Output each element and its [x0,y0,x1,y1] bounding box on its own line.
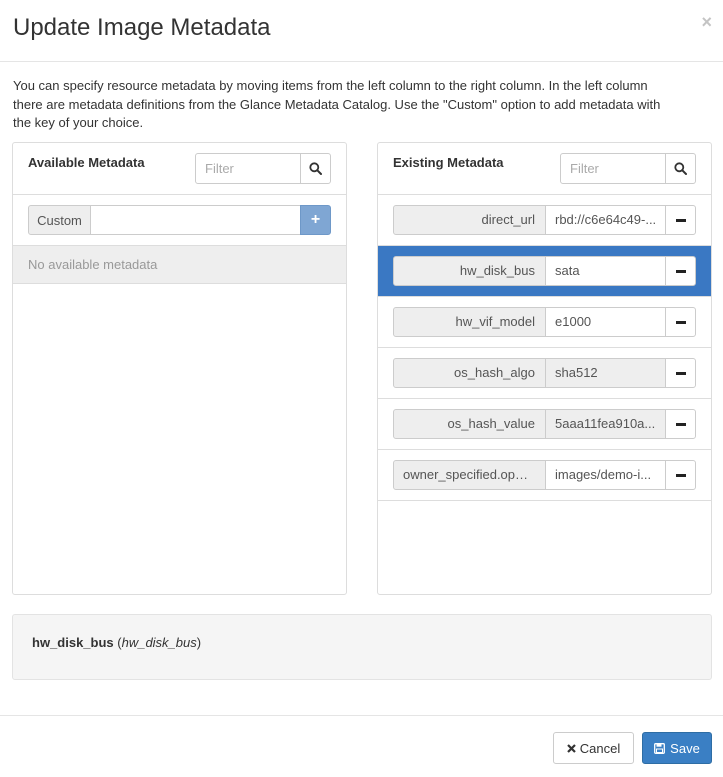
detail-key: hw_disk_bus [32,635,114,650]
metadata-value-readonly: sha512 [545,358,666,388]
available-filter-input[interactable] [196,154,300,183]
dialog-title: Update Image Metadata [13,14,271,41]
remove-metadata-button[interactable] [665,358,696,388]
cancel-label: Cancel [579,740,621,756]
close-icon [566,743,576,753]
dialog-header: Update Image Metadata × [0,0,723,62]
minus-icon [675,422,686,426]
existing-metadata-title: Existing Metadata [393,155,504,170]
existing-filter-input[interactable] [561,154,665,183]
remove-metadata-button[interactable] [665,409,696,439]
save-button[interactable]: Save [642,732,712,764]
detail-close-paren: ) [196,635,202,650]
available-metadata-header: Available Metadata [13,143,346,195]
metadata-value-input[interactable]: rbd://c6e64c49-... [545,205,666,235]
metadata-key: hw_vif_model [393,307,546,337]
metadata-key: hw_disk_bus [393,256,546,286]
save-label: Save [670,740,700,756]
metadata-value-input[interactable]: sata [545,256,666,286]
metadata-row-os-hash-algo[interactable]: os_hash_algo sha512 [378,348,711,399]
search-icon [674,162,687,175]
metadata-value-input[interactable]: images/demo-i... [545,460,666,490]
no-available-metadata: No available metadata [13,246,346,284]
search-icon [309,162,322,175]
minus-icon [675,320,686,324]
available-metadata-panel: Available Metadata Custom + No available… [12,142,347,595]
metadata-row-hw-vif-model[interactable]: hw_vif_model e1000 [378,297,711,348]
custom-label: Custom [28,205,91,235]
custom-add-button[interactable]: + [300,205,331,235]
metadata-key: owner_specified.open... [393,460,546,490]
plus-icon: + [310,211,321,228]
remove-metadata-button[interactable] [665,307,696,337]
cancel-button[interactable]: Cancel [553,732,634,764]
available-metadata-title: Available Metadata [28,155,145,170]
floppy-disk-icon [654,742,666,754]
metadata-key: os_hash_algo [393,358,546,388]
metadata-row-direct-url[interactable]: direct_url rbd://c6e64c49-... [378,195,711,246]
minus-icon [675,371,686,375]
available-filter-search-button[interactable] [300,154,330,183]
existing-filter-search-button[interactable] [665,154,695,183]
metadata-value-input[interactable]: e1000 [545,307,666,337]
metadata-detail: hw_disk_bus (hw_disk_bus) [12,614,712,680]
existing-filter [560,153,696,184]
custom-metadata-row: Custom + [13,195,346,246]
detail-name: hw_disk_bus [121,635,197,650]
dialog-description: You can specify resource metadata by mov… [13,78,661,130]
metadata-key: os_hash_value [393,409,546,439]
dialog-footer: Cancel Save [0,715,723,777]
metadata-value-readonly: 5aaa11fea910a... [545,409,666,439]
metadata-row-hw-disk-bus[interactable]: hw_disk_bus sata [378,246,711,297]
remove-metadata-button[interactable] [665,256,696,286]
metadata-row-owner-specified[interactable]: owner_specified.open... images/demo-i... [378,450,711,501]
minus-icon [675,218,686,222]
available-filter [195,153,331,184]
detail-open-paren: ( [113,635,122,650]
metadata-row-os-hash-value[interactable]: os_hash_value 5aaa11fea910a... [378,399,711,450]
remove-metadata-button[interactable] [665,460,696,490]
metadata-key: direct_url [393,205,546,235]
remove-metadata-button[interactable] [665,205,696,235]
custom-key-input[interactable] [90,205,301,235]
existing-metadata-panel: Existing Metadata direct_url rbd://c6e64… [377,142,712,595]
close-icon[interactable]: × [701,12,712,33]
minus-icon [675,473,686,477]
existing-metadata-header: Existing Metadata [378,143,711,195]
minus-icon [675,269,686,273]
